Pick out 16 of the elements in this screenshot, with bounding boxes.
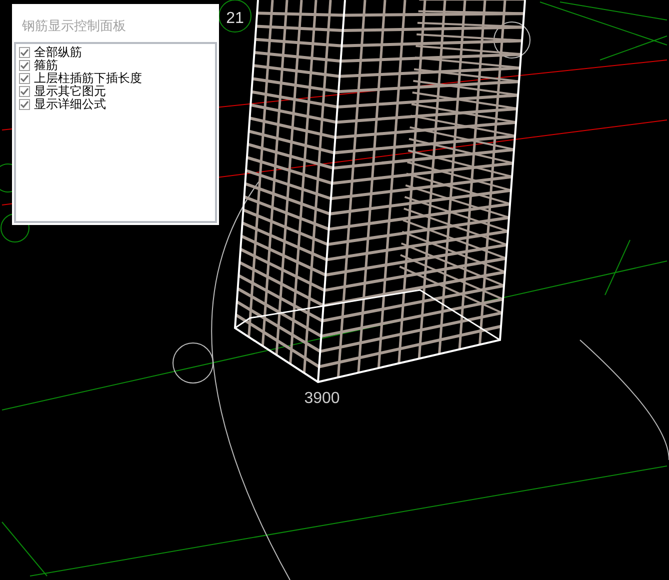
option-checkbox[interactable]: 显示详细公式 [19, 98, 215, 111]
axis-marker-icon [218, 0, 252, 32]
dimension-label: 3900 [304, 390, 340, 407]
option-checkbox[interactable]: 箍筋 [19, 59, 215, 72]
option-checkbox[interactable]: 全部纵筋 [19, 46, 215, 59]
checkbox[interactable] [19, 47, 30, 58]
checkbox[interactable] [19, 86, 30, 97]
checkbox[interactable] [19, 73, 30, 84]
checkbox[interactable] [19, 99, 30, 110]
panel-title: 钢筋显示控制面板 [21, 17, 127, 35]
axis-marker-icon [494, 22, 530, 58]
checkbox[interactable] [19, 60, 30, 71]
axis-marker-icon [172, 342, 214, 384]
option-checkbox[interactable]: 显示其它图元 [19, 85, 215, 98]
option-checkbox[interactable]: 上层柱插筋下插长度 [19, 72, 215, 85]
axis-label: 21 [226, 10, 244, 27]
